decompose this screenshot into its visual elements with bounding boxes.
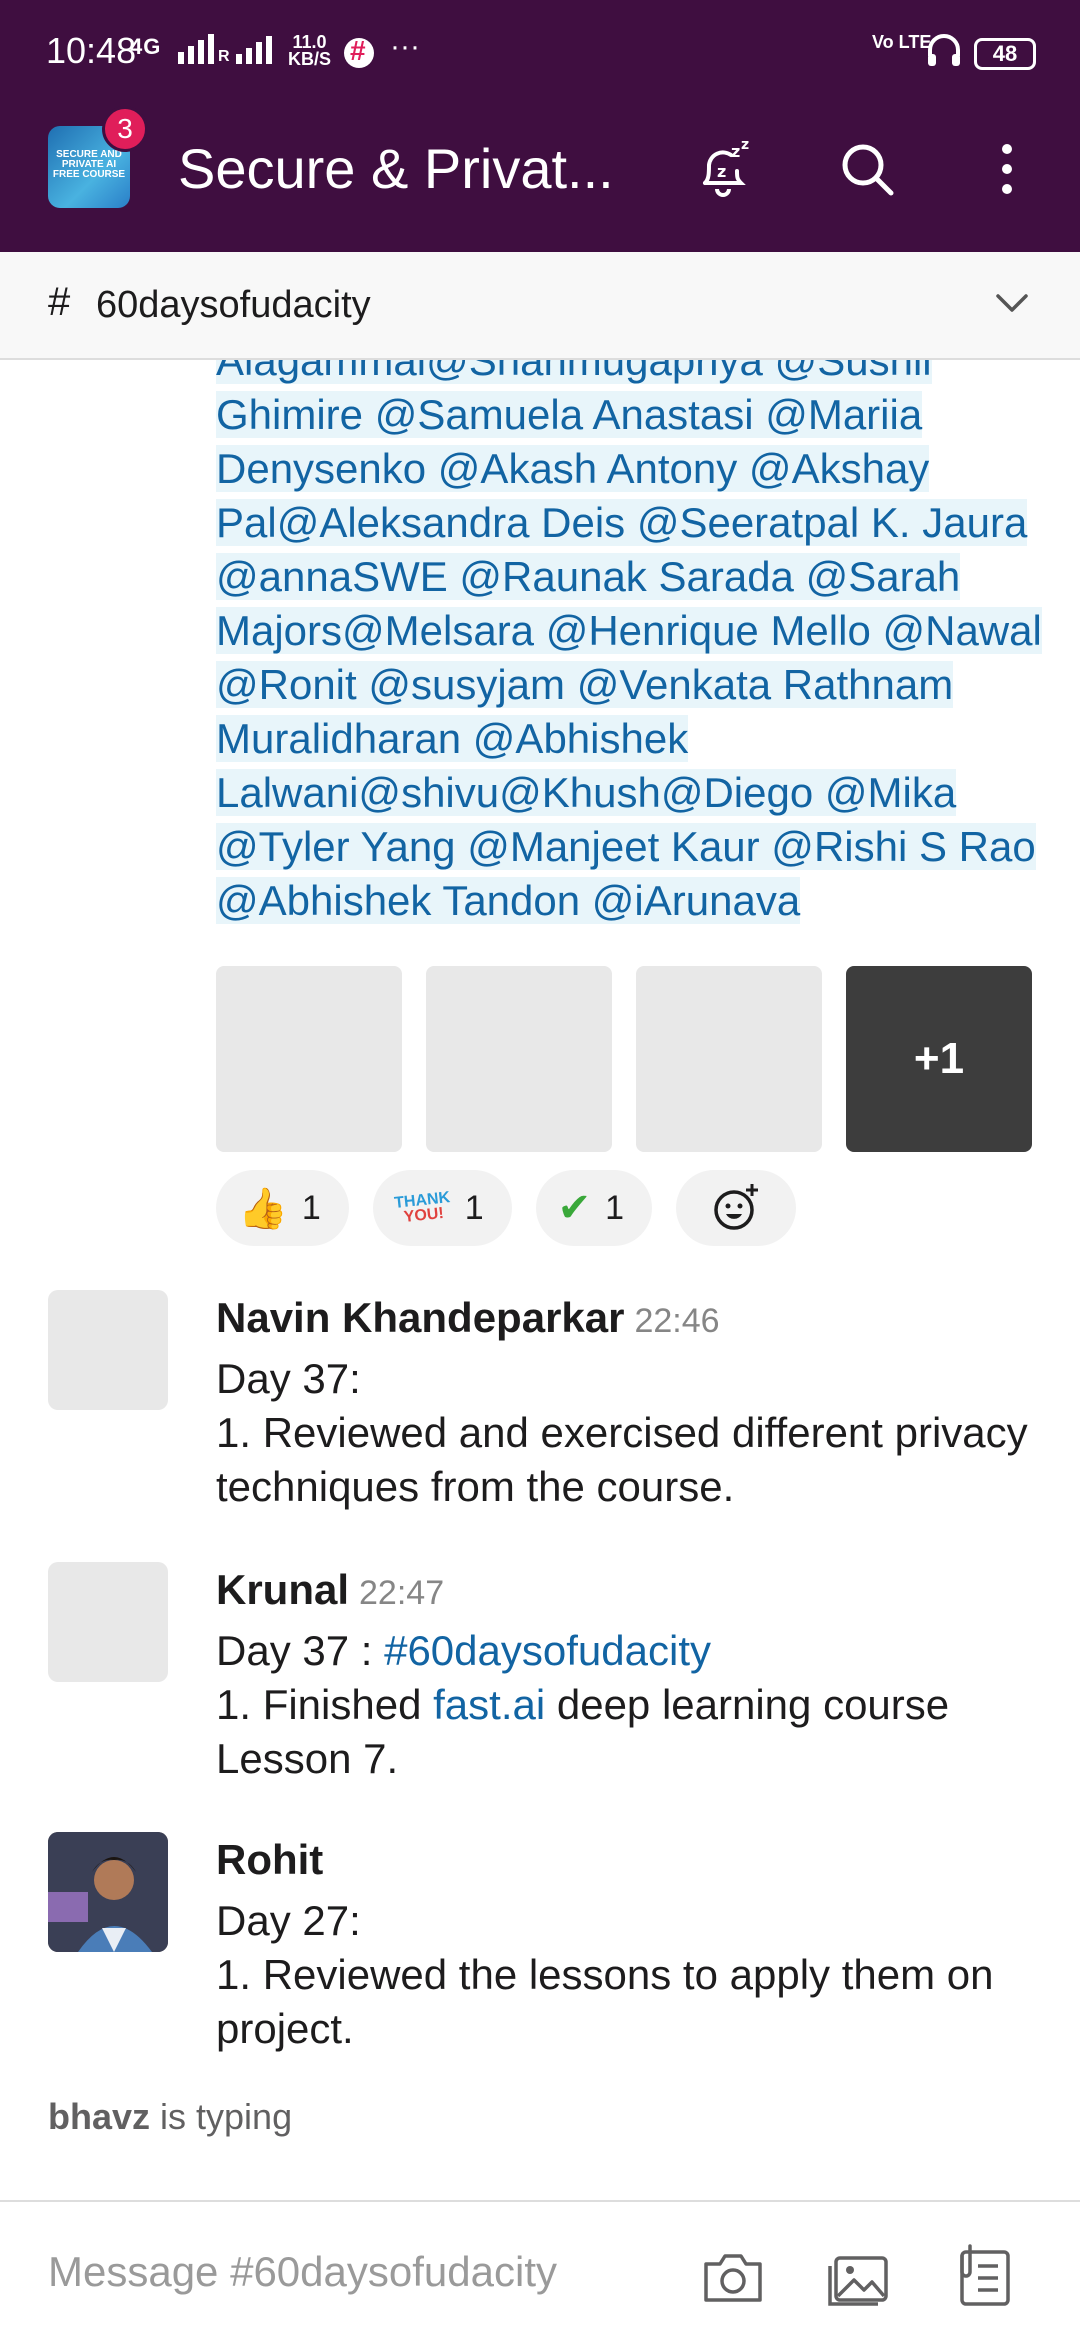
- more-vert-icon[interactable]: [972, 134, 1042, 204]
- battery-indicator: 48: [974, 38, 1036, 70]
- volte-indicator: Vo LTE: [872, 32, 932, 52]
- message-author[interactable]: Rohit: [216, 1836, 323, 1884]
- app-bar: SECURE AND PRIVATE AI FREE COURSE 3 Secu…: [0, 84, 1080, 252]
- message-timestamp: 22:47: [359, 1574, 445, 1612]
- message-body: Day 37 : #60daysofudacity 1. Finished fa…: [216, 1627, 950, 1782]
- reaction-count: 1: [605, 1188, 625, 1227]
- camera-icon[interactable]: [698, 2242, 768, 2312]
- channel-header[interactable]: # 60daysofudacity: [0, 252, 1080, 360]
- attach-file-icon[interactable]: [952, 2242, 1022, 2312]
- more-images-button[interactable]: +1: [846, 966, 1032, 1152]
- message-composer: Message #60daysofudacity: [0, 2200, 1080, 2340]
- image-thumbnail[interactable]: [216, 966, 402, 1152]
- add-reaction-button[interactable]: [676, 1170, 797, 1246]
- status-time: 10:48: [46, 30, 137, 71]
- reaction-bar: 👍 1 THANK YOU! 1 ✔ 1: [216, 1170, 797, 1246]
- unread-badge: 3: [102, 106, 148, 152]
- chevron-down-icon[interactable]: [990, 280, 1034, 324]
- reaction-count: 1: [301, 1188, 321, 1227]
- avatar[interactable]: [48, 1290, 168, 1410]
- signal-icon: [178, 34, 214, 64]
- thumbs-up-icon: 👍: [238, 1186, 288, 1231]
- message-author[interactable]: Krunal 22:47: [216, 1566, 444, 1614]
- reaction-count: 1: [464, 1188, 484, 1227]
- message-author[interactable]: Navin Khandeparkar 22:46: [216, 1294, 720, 1342]
- message-list[interactable]: Alagammai@Shanmugapriya @Sushil Ghimire …: [0, 360, 1080, 2200]
- check-mark-icon: ✔: [557, 1186, 592, 1230]
- workspace-icon-text: SECURE AND PRIVATE AI FREE COURSE: [52, 149, 126, 180]
- url-link[interactable]: fast.ai: [433, 1681, 545, 1728]
- status-bar: 10:48 4G R 11.0 KB/S ··· Vo LTE 48: [0, 0, 1080, 84]
- headset-icon: [928, 34, 960, 66]
- image-thumbnail[interactable]: [636, 966, 822, 1152]
- image-thumbnail[interactable]: [426, 966, 612, 1152]
- image-attachments: +1: [216, 966, 1032, 1152]
- network-type: 4G: [130, 34, 162, 59]
- typing-indicator: bhavz is typing: [48, 2096, 293, 2137]
- message-body: Day 27: 1. Reviewed the lessons to apply…: [216, 1897, 994, 2052]
- reaction-thumbsup[interactable]: 👍 1: [216, 1170, 349, 1246]
- svg-text:z: z: [731, 142, 740, 161]
- svg-text:z: z: [717, 162, 726, 181]
- channel-name: 60daysofudacity: [96, 284, 371, 326]
- mention-block: Alagammai@Shanmugapriya @Sushil Ghimire …: [216, 360, 1056, 928]
- message-input[interactable]: Message #60daysofudacity: [48, 2248, 557, 2296]
- workspace-title[interactable]: Secure & Privat...: [178, 136, 614, 201]
- message-timestamp: 22:46: [634, 1302, 720, 1340]
- thank-you-icon: THANK YOU!: [393, 1189, 451, 1227]
- reaction-checkmark[interactable]: ✔ 1: [535, 1170, 653, 1246]
- snooze-bell-icon[interactable]: z z z: [688, 134, 758, 204]
- signal-2-icon: [236, 34, 272, 64]
- mention-text[interactable]: Alagammai@Shanmugapriya @Sushil Ghimire …: [216, 360, 1042, 924]
- more-notifications-icon: ···: [390, 30, 420, 63]
- gallery-icon[interactable]: [824, 2242, 894, 2312]
- roaming-label: R: [218, 48, 231, 65]
- reaction-thankyou[interactable]: THANK YOU! 1: [372, 1170, 512, 1246]
- avatar[interactable]: [48, 1562, 168, 1682]
- slack-notification-icon: [344, 35, 374, 68]
- avatar[interactable]: [48, 1832, 168, 1952]
- channel-link[interactable]: #60daysofudacity: [384, 1627, 711, 1674]
- network-speed: 11.0 KB/S: [288, 32, 332, 69]
- add-reaction-icon: [714, 1184, 759, 1230]
- svg-text:z: z: [741, 137, 749, 153]
- avatar-photo: [48, 1832, 168, 1952]
- message-body: Day 37: 1. Reviewed and exercised differ…: [216, 1355, 1028, 1510]
- channel-hash: #: [48, 280, 71, 324]
- search-icon[interactable]: [832, 134, 902, 204]
